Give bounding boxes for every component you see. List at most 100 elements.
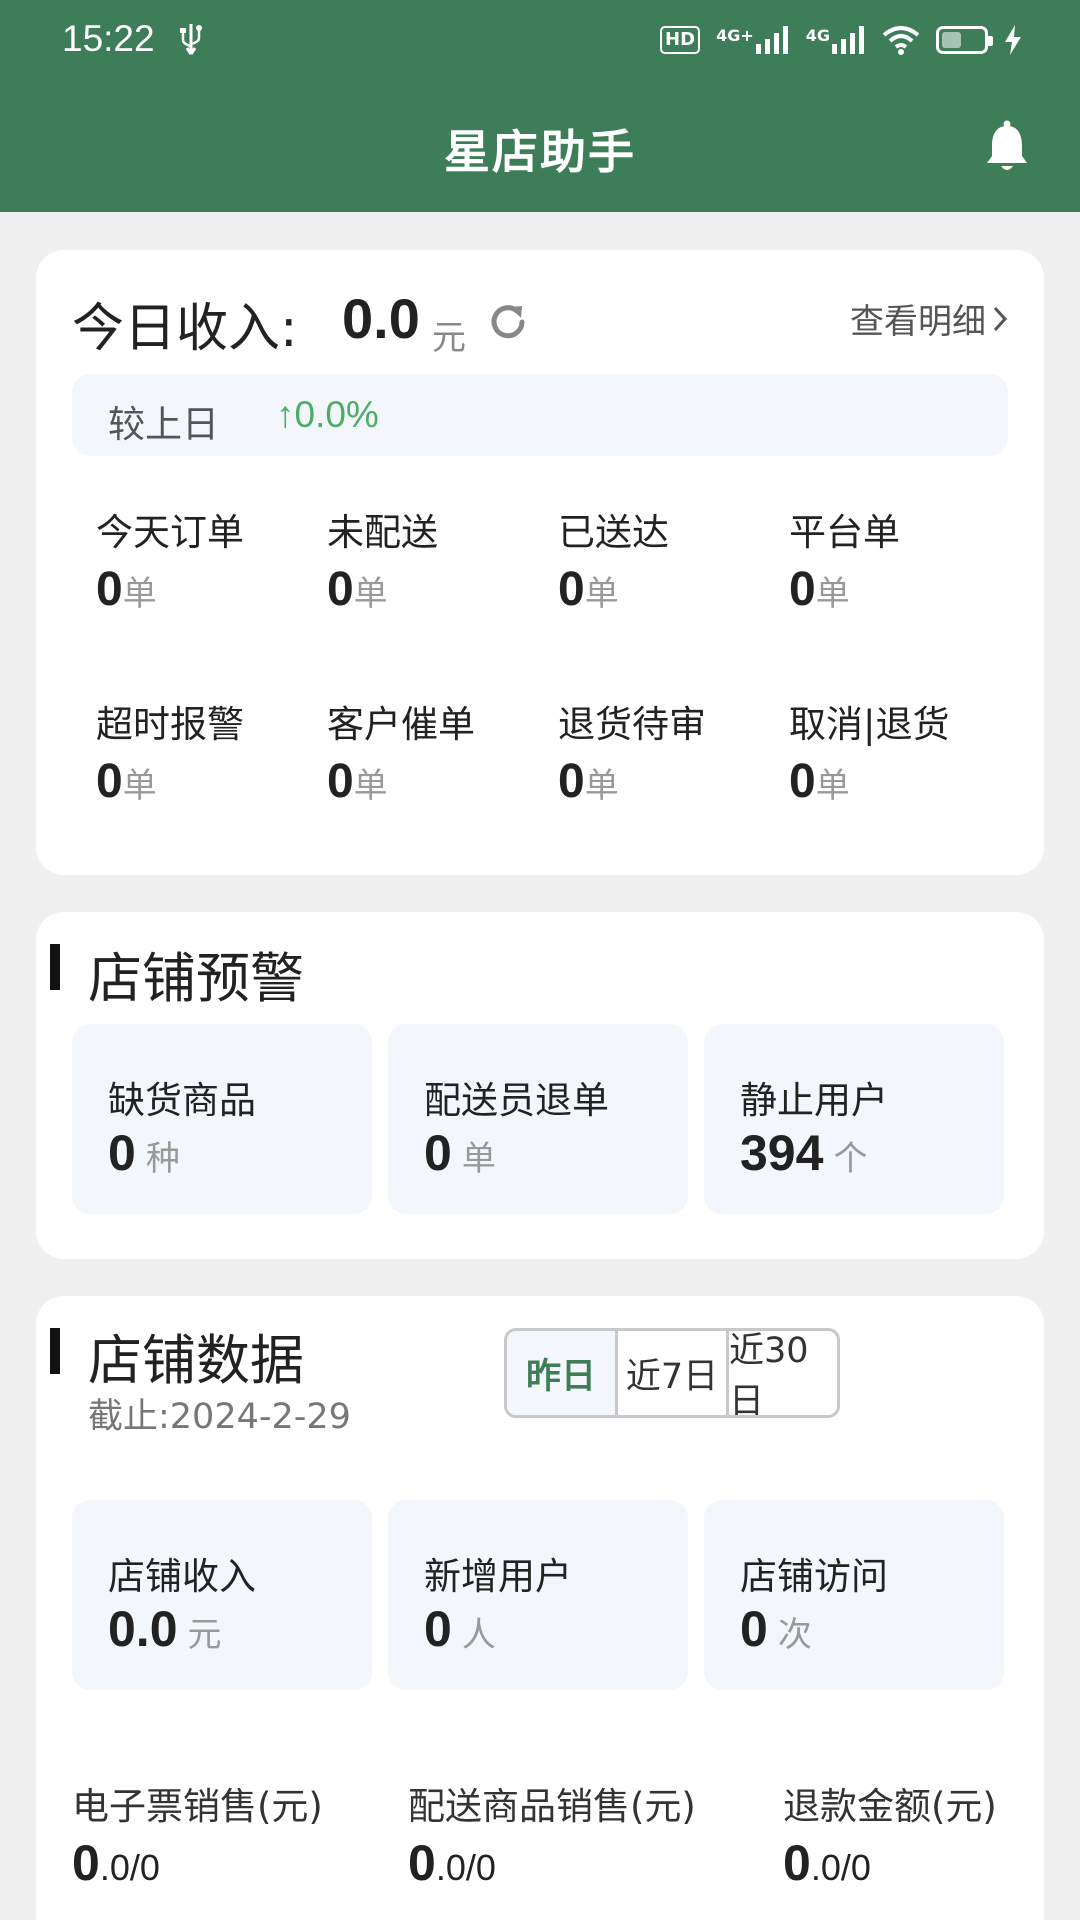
stat-customer-reminders[interactable]: 客户催单 0单: [327, 694, 547, 809]
stat-value: 0: [558, 755, 585, 808]
stat-value: 0: [96, 755, 123, 808]
tile-label: 配送员退单: [424, 1079, 609, 1122]
stat-unit: 单: [584, 574, 619, 614]
sale-sub-label: 环比: [783, 1914, 997, 1920]
tile-label: 店铺收入: [108, 1555, 256, 1598]
tile-label: 缺货商品: [108, 1079, 256, 1122]
income-label: 今日收入:: [72, 299, 298, 359]
store-alert-card: 店铺预警 缺货商品 0种 配送员退单 0单 静止用户 394 个: [36, 912, 1044, 1259]
sale-label: 电子票销售(元): [72, 1785, 323, 1828]
sale-value-rest: .0/0: [99, 1847, 160, 1888]
stat-unit: 单: [353, 766, 388, 806]
tile-value: 0: [424, 1601, 452, 1657]
view-detail-label: 查看明细: [850, 302, 986, 342]
tile-label: 新增用户: [424, 1555, 572, 1598]
stat-unit: 单: [353, 574, 388, 614]
stat-return-pending[interactable]: 退货待审 0单: [558, 694, 778, 809]
tile-unit: 个: [833, 1139, 868, 1179]
stat-value: 0: [789, 755, 816, 808]
sale-value: 0: [783, 1835, 811, 1891]
sale-e-ticket: 电子票销售(元) 0.0/0 环比: [72, 1776, 323, 1920]
stat-unit: 单: [122, 766, 157, 806]
tile-label: 静止用户: [740, 1079, 888, 1122]
stat-cancel-return[interactable]: 取消|退货 0单: [789, 694, 1009, 809]
wifi-icon: [882, 26, 920, 55]
tile-value: 0: [108, 1125, 136, 1181]
tile-value: 394: [740, 1125, 824, 1181]
compare-value: ↑0.0%: [276, 394, 379, 435]
stat-label: 退货待审: [558, 703, 706, 746]
tab-yesterday[interactable]: 昨日: [507, 1331, 618, 1415]
hd-icon: HD: [660, 26, 701, 54]
stat-value: 0: [789, 563, 816, 616]
stat-value: 0: [558, 563, 585, 616]
tile-unit: 人: [461, 1615, 496, 1655]
stat-value: 0: [327, 563, 354, 616]
store-data-card: 店铺数据 截止:2024-2-29 昨日 近7日 近30日 店铺收入 0.0 元 …: [36, 1296, 1044, 1920]
stat-label: 未配送: [327, 511, 438, 554]
section-marker: [50, 944, 60, 990]
data-tile-store-income[interactable]: 店铺收入 0.0 元: [72, 1500, 372, 1690]
stat-label: 今天订单: [96, 511, 244, 554]
section-title: 店铺数据: [88, 1329, 304, 1392]
sale-value: 0: [408, 1835, 436, 1891]
section-title: 店铺预警: [88, 947, 304, 1010]
alert-tile-courier-returns[interactable]: 配送员退单 0单: [388, 1024, 688, 1214]
income-unit: 元: [432, 318, 466, 358]
app-header: 15:22 HD 4G+ 4G 星店助手: [0, 0, 1080, 212]
tile-value: 0: [740, 1601, 768, 1657]
stat-delivered[interactable]: 已送达 0单: [558, 502, 778, 617]
sale-sub-label: 环比: [408, 1914, 696, 1920]
chevron-right-icon: [993, 306, 1008, 331]
sale-sub-label: 环比: [72, 1914, 323, 1920]
usb-icon: [180, 24, 202, 55]
tile-unit: 种: [145, 1139, 180, 1179]
stat-platform-orders[interactable]: 平台单 0单: [789, 502, 1009, 617]
as-of-date: 截止:2024-2-29: [88, 1397, 351, 1437]
tile-value: 0.0: [108, 1601, 178, 1657]
alert-tile-inactive-users[interactable]: 静止用户 394 个: [704, 1024, 1004, 1214]
data-tile-new-users[interactable]: 新增用户 0人: [388, 1500, 688, 1690]
sale-label: 配送商品销售(元): [408, 1785, 696, 1828]
tile-unit: 次: [777, 1615, 812, 1655]
section-marker: [50, 1328, 60, 1374]
status-time: 15:22: [62, 18, 155, 59]
stat-unit: 单: [815, 766, 850, 806]
stat-label: 平台单: [789, 511, 900, 554]
stat-unit: 单: [122, 574, 157, 614]
period-tabs: 昨日 近7日 近30日: [504, 1328, 840, 1418]
income-card: 今日收入: 0.0 元 查看明细 较上日 ↑0.0% 今天订单 0单 未配送 0…: [36, 250, 1044, 875]
stat-timeout-alarm[interactable]: 超时报警 0单: [96, 694, 316, 809]
bell-icon[interactable]: [984, 120, 1030, 174]
charging-icon: [1005, 25, 1021, 55]
battery-level: [942, 32, 962, 48]
stat-value: 0: [96, 563, 123, 616]
tab-7-days[interactable]: 近7日: [618, 1331, 729, 1415]
stat-unit: 单: [584, 766, 619, 806]
stat-today-orders[interactable]: 今天订单 0单: [96, 502, 316, 617]
view-detail-link[interactable]: 查看明细: [850, 294, 1008, 343]
sale-value: 0: [72, 1835, 100, 1891]
signal-4g-plus-icon: 4G+: [716, 26, 790, 54]
status-bar: 15:22 HD 4G+ 4G: [0, 0, 1080, 84]
battery-icon: [936, 26, 993, 54]
sale-refund-amount: 退款金额(元) 0.0/0 环比: [783, 1776, 997, 1920]
tile-label: 店铺访问: [740, 1555, 888, 1598]
tile-value: 0: [424, 1125, 452, 1181]
refresh-icon[interactable]: [486, 300, 530, 344]
stat-unit: 单: [815, 574, 850, 614]
sale-value-rest: .0/0: [435, 1847, 496, 1888]
stat-undelivered[interactable]: 未配送 0单: [327, 502, 547, 617]
status-icons: HD 4G+ 4G: [660, 20, 1022, 60]
stat-label: 已送达: [558, 511, 669, 554]
tab-30-days[interactable]: 近30日: [729, 1331, 837, 1415]
stat-label: 超时报警: [96, 703, 244, 746]
compare-bar: 较上日 ↑0.0%: [72, 374, 1008, 456]
income-value: 0.0: [342, 287, 420, 350]
data-tile-store-visits[interactable]: 店铺访问 0次: [704, 1500, 1004, 1690]
sale-delivery-goods: 配送商品销售(元) 0.0/0 环比: [408, 1776, 696, 1920]
alert-tile-out-of-stock[interactable]: 缺货商品 0种: [72, 1024, 372, 1214]
sale-value-rest: .0/0: [810, 1847, 871, 1888]
sale-label: 退款金额(元): [783, 1785, 997, 1828]
page-title: 星店助手: [444, 125, 636, 179]
